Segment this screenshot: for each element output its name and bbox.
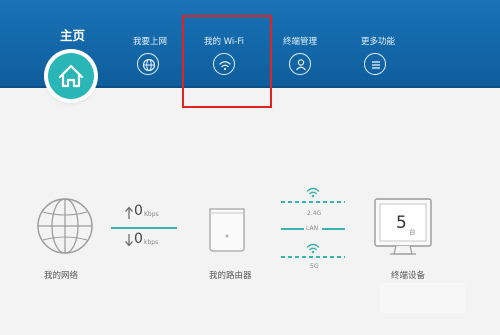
speed-divider bbox=[111, 227, 177, 229]
user-icon bbox=[289, 53, 311, 75]
lan-line-left bbox=[281, 228, 304, 230]
upload-value: 0 bbox=[134, 203, 143, 219]
wifi-2g-label: 2.4G bbox=[307, 210, 322, 217]
lan-line-right bbox=[322, 228, 345, 230]
router-label: 我的路由器 bbox=[209, 271, 252, 281]
nav-home-label: 主页 bbox=[60, 28, 86, 43]
watermark-area bbox=[380, 283, 465, 313]
wifi-2g-icon bbox=[306, 187, 320, 198]
globe-icon bbox=[137, 53, 159, 75]
nav-internet-label: 我要上网 bbox=[133, 37, 168, 47]
wifi-5g-line bbox=[281, 256, 345, 258]
device-count-unit: 台 bbox=[409, 228, 416, 236]
device-count: 5 bbox=[396, 213, 407, 233]
lan-label: LAN bbox=[306, 225, 319, 232]
wifi-5g-icon bbox=[306, 243, 320, 254]
home-icon bbox=[58, 64, 84, 88]
menu-icon bbox=[364, 53, 386, 75]
network-label: 我的网络 bbox=[44, 271, 79, 281]
nav-more-label: 更多功能 bbox=[361, 37, 396, 47]
router-icon bbox=[209, 208, 245, 252]
upload-arrow-icon bbox=[125, 206, 133, 219]
home-icon-bubble[interactable] bbox=[48, 53, 94, 99]
download-arrow-icon bbox=[125, 234, 133, 247]
devices-label: 终端设备 bbox=[391, 271, 426, 281]
wifi-highlight-box bbox=[182, 15, 272, 108]
download-value: 0 bbox=[134, 231, 143, 247]
upload-unit: Kbps bbox=[144, 211, 159, 218]
wifi-5g-label: 5G bbox=[310, 263, 319, 270]
network-globe-icon bbox=[37, 198, 93, 254]
download-unit: kbps bbox=[144, 239, 159, 246]
wifi-2g-line bbox=[281, 201, 345, 203]
nav-terminal-label: 终端管理 bbox=[283, 37, 318, 47]
